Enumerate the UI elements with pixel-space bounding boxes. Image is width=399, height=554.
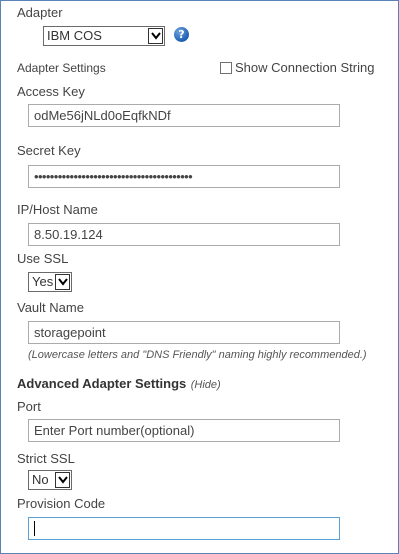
adapter-settings-panel: Adapter IBM COS ? Adapter Settings Show … bbox=[0, 0, 399, 554]
strict-ssl-label: Strict SSL bbox=[17, 451, 75, 466]
access-key-label: Access Key bbox=[17, 84, 85, 99]
provision-code-input[interactable] bbox=[28, 517, 340, 540]
provision-code-label: Provision Code bbox=[17, 496, 106, 511]
advanced-settings-title: Advanced Adapter Settings bbox=[17, 376, 187, 391]
use-ssl-label: Use SSL bbox=[17, 251, 69, 266]
vault-name-input[interactable]: storagepoint bbox=[28, 321, 340, 344]
advanced-settings-header: Advanced Adapter Settings (Hide) bbox=[17, 375, 221, 393]
show-connection-string-checkbox[interactable] bbox=[220, 62, 232, 74]
adapter-settings-label: Adapter Settings bbox=[17, 61, 106, 75]
vault-name-note: (Lowercase letters and "DNS Friendly" na… bbox=[28, 349, 367, 361]
secret-key-input[interactable]: •••••••••••••••••••••••••••••••••••••••• bbox=[28, 165, 340, 188]
chevron-down-icon[interactable] bbox=[148, 28, 163, 44]
chevron-down-icon[interactable] bbox=[55, 274, 70, 290]
vault-name-label: Vault Name bbox=[17, 300, 84, 315]
adapter-label: Adapter bbox=[17, 5, 63, 20]
adapter-select-value: IBM COS bbox=[47, 28, 102, 43]
text-caret bbox=[34, 521, 35, 536]
host-name-label: IP/Host Name bbox=[17, 202, 98, 217]
hide-advanced-link[interactable]: (Hide) bbox=[191, 379, 221, 391]
host-name-input[interactable]: 8.50.19.124 bbox=[28, 223, 340, 246]
use-ssl-select-value: Yes bbox=[32, 274, 54, 289]
port-input[interactable]: Enter Port number(optional) bbox=[28, 419, 340, 442]
use-ssl-select[interactable]: Yes bbox=[28, 272, 72, 292]
show-connection-string-label: Show Connection String bbox=[235, 60, 375, 75]
strict-ssl-select[interactable]: No bbox=[28, 470, 72, 490]
adapter-select[interactable]: IBM COS bbox=[43, 26, 165, 46]
access-key-input[interactable]: odMe56jNLd0oEqfkNDf bbox=[28, 104, 340, 127]
secret-key-label: Secret Key bbox=[17, 143, 81, 158]
question-help-icon[interactable]: ? bbox=[174, 27, 189, 42]
strict-ssl-select-value: No bbox=[32, 472, 49, 487]
port-label: Port bbox=[17, 399, 41, 414]
chevron-down-icon[interactable] bbox=[55, 472, 70, 488]
